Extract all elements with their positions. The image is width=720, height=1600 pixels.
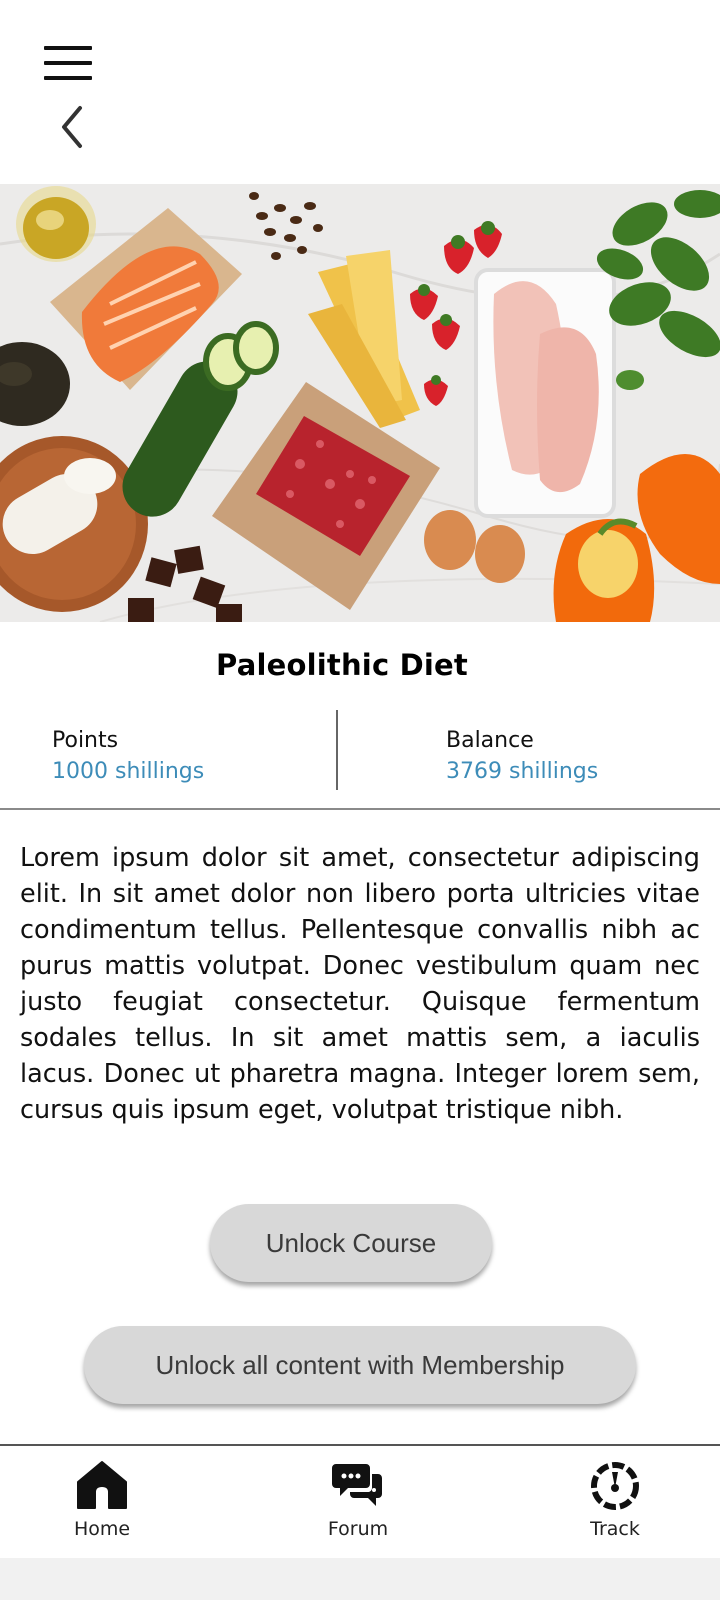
unlock-course-button[interactable]: Unlock Course: [210, 1204, 492, 1282]
speedometer-icon: [591, 1462, 639, 1510]
nav-label-forum: Forum: [327, 1518, 389, 1540]
nav-label-track: Track: [590, 1518, 640, 1540]
bottom-navigation: Home Forum Track: [0, 1444, 720, 1558]
points-value: 1000 shillings: [52, 759, 205, 784]
nav-item-forum[interactable]: Forum: [298, 1460, 418, 1550]
points-label: Points: [52, 728, 119, 753]
system-gesture-bar: [0, 1558, 720, 1600]
course-title: Paleolithic Diet: [216, 648, 468, 682]
chat-bubbles-icon: [332, 1464, 382, 1506]
nav-label-home: Home: [73, 1518, 131, 1540]
balance-stat: Balance 3769 shillings: [446, 728, 598, 784]
back-chevron-icon[interactable]: [56, 104, 90, 150]
stats-divider: [336, 710, 338, 790]
balance-value: 3769 shillings: [446, 759, 599, 784]
balance-label: Balance: [446, 728, 534, 753]
nav-item-home[interactable]: Home: [42, 1460, 162, 1550]
home-icon: [77, 1461, 127, 1509]
points-stat: Points 1000 shillings: [52, 728, 204, 784]
course-hero-image: [0, 184, 720, 622]
course-description: Lorem ipsum dolor sit amet, consectetur …: [20, 843, 700, 1125]
unlock-membership-button[interactable]: Unlock all content with Membership: [84, 1326, 636, 1404]
course-stats: Points 1000 shillings Balance 3769 shill…: [0, 708, 720, 810]
app-header: [0, 0, 720, 184]
nav-item-track[interactable]: Track: [555, 1460, 675, 1550]
hamburger-menu-icon[interactable]: [44, 46, 92, 80]
